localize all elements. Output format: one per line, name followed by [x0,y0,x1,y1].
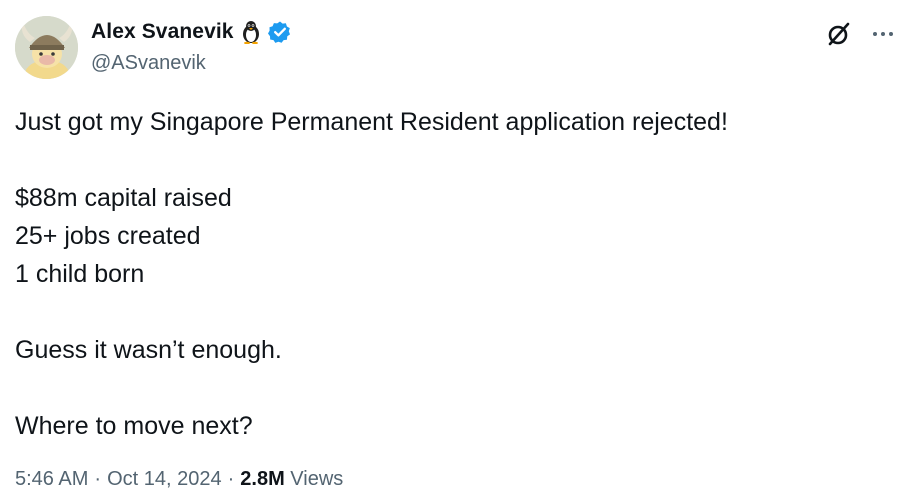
tweet-top-actions [825,20,897,48]
tweet-time[interactable]: 5:46 AM [15,468,88,490]
avatar-image [15,16,78,79]
penguin-icon [240,20,262,44]
grok-icon[interactable] [825,20,853,48]
author-display-name[interactable]: Alex Svanevik [91,20,234,44]
avatar[interactable] [15,16,78,79]
tweet-line: Guess it wasn’t enough. [15,336,282,364]
meta-separator: · [227,468,235,490]
tweet-line: 25+ jobs created [15,222,201,250]
tweet-card: Alex Svanevik @ASvanevik Just got my Sin… [0,0,917,493]
tweet-line: 1 child born [15,260,145,288]
verified-badge-icon[interactable] [267,20,292,44]
tweet-date[interactable]: Oct 14, 2024 [107,468,222,490]
tweet-line: Just got my Singapore Permanent Resident… [15,108,728,136]
views-count[interactable]: 2.8M [240,468,284,490]
more-options-icon[interactable] [869,20,897,48]
tweet-line: Where to move next? [15,412,253,440]
tweet-line: $88m capital raised [15,184,232,212]
tweet-meta: 5:46 AM · Oct 14, 2024 · 2.8M Views [15,468,343,491]
author-handle[interactable]: @ASvanevik [91,52,206,75]
tweet-text: Just got my Singapore Permanent Resident… [15,103,895,445]
views-label: Views [290,468,344,490]
author-name-row: Alex Svanevik [91,18,292,46]
meta-separator: · [94,468,102,490]
